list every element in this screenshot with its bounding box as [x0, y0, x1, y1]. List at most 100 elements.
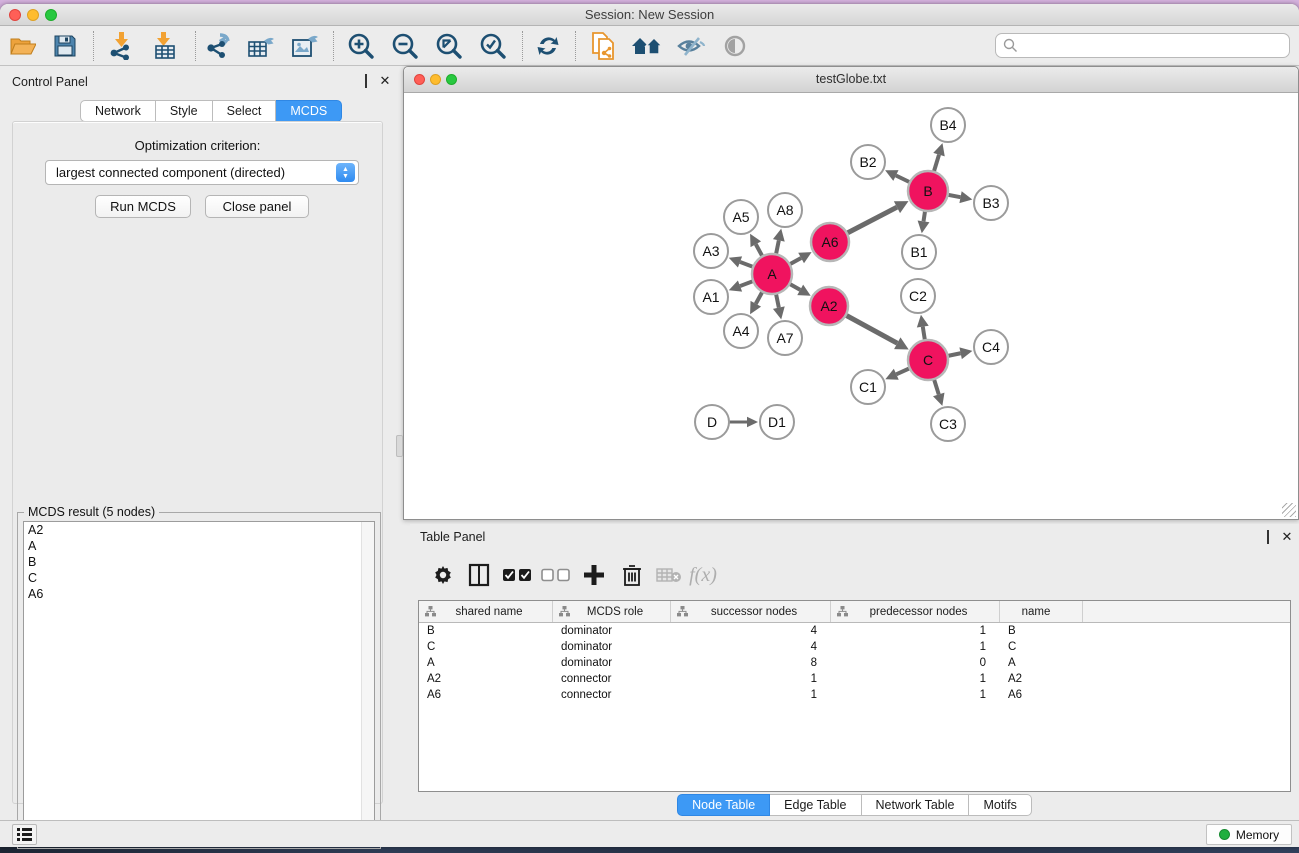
home-network-icon[interactable]: [630, 30, 664, 62]
graph-node-label-B3: B3: [982, 195, 999, 211]
float-table-panel-icon[interactable]: [1261, 530, 1275, 544]
zoom-selected-icon[interactable]: [476, 30, 510, 62]
result-scrollbar[interactable]: [361, 522, 374, 842]
memory-button[interactable]: Memory: [1206, 824, 1292, 845]
close-network-icon[interactable]: [414, 74, 425, 85]
table-cell[interactable]: 1: [831, 687, 1000, 703]
column-header-MCDS-role[interactable]: MCDS role: [553, 601, 671, 622]
table-row[interactable]: A2connector11A2: [419, 671, 1290, 687]
table-cell[interactable]: C: [1000, 639, 1083, 655]
close-window-icon[interactable]: [9, 9, 21, 21]
column-header-name[interactable]: name: [1000, 601, 1083, 622]
maximize-network-icon[interactable]: [446, 74, 457, 85]
save-session-icon[interactable]: [48, 30, 82, 62]
open-file-icon[interactable]: [6, 30, 40, 62]
memory-label: Memory: [1236, 828, 1279, 842]
result-list-item[interactable]: A6: [24, 586, 374, 602]
search-input[interactable]: [1018, 36, 1289, 56]
table-cell[interactable]: A2: [1000, 671, 1083, 687]
clear-checkboxes-icon[interactable]: [539, 558, 573, 592]
resize-grip[interactable]: [1282, 503, 1296, 517]
result-list-item[interactable]: A2: [24, 522, 374, 538]
table-cell[interactable]: dominator: [553, 655, 671, 671]
table-cell[interactable]: 4: [671, 623, 831, 639]
column-layout-icon[interactable]: [462, 558, 496, 592]
delete-table-icon[interactable]: [652, 558, 686, 592]
table-cell[interactable]: 1: [671, 687, 831, 703]
network-canvas[interactable]: B4B2BB3A8A5A6A3B1AC2A1A2A4A7C4CC1DD1C3: [404, 93, 1298, 519]
tab-network[interactable]: Network: [80, 100, 156, 122]
table-cell[interactable]: connector: [553, 671, 671, 687]
graph-node-label-C: C: [923, 352, 933, 368]
table-cell[interactable]: A2: [419, 671, 553, 687]
table-cell[interactable]: 1: [831, 671, 1000, 687]
task-history-button[interactable]: [12, 824, 37, 845]
tab-motifs[interactable]: Motifs: [969, 794, 1031, 816]
tab-select[interactable]: Select: [213, 100, 277, 122]
import-table-icon[interactable]: [148, 30, 182, 62]
show-panel-eye-icon[interactable]: [718, 30, 752, 62]
minimize-window-icon[interactable]: [27, 9, 39, 21]
table-cell[interactable]: A: [419, 655, 553, 671]
table-cell[interactable]: connector: [553, 687, 671, 703]
float-panel-icon[interactable]: [359, 74, 373, 88]
table-cell[interactable]: B: [1000, 623, 1083, 639]
delete-column-icon[interactable]: [615, 558, 649, 592]
export-image-icon[interactable]: [288, 30, 322, 62]
column-header-successor-nodes[interactable]: successor nodes: [671, 601, 831, 622]
minimize-network-icon[interactable]: [430, 74, 441, 85]
close-panel-button[interactable]: Close panel: [205, 195, 309, 218]
toolbar-separator: [575, 31, 576, 61]
zoom-in-icon[interactable]: [344, 30, 378, 62]
export-table-icon[interactable]: [244, 30, 278, 62]
function-builder-icon[interactable]: f(x): [686, 558, 720, 592]
table-cell[interactable]: A6: [1000, 687, 1083, 703]
table-cell[interactable]: dominator: [553, 639, 671, 655]
table-cell[interactable]: A: [1000, 655, 1083, 671]
column-header-predecessor-nodes[interactable]: predecessor nodes: [831, 601, 1000, 622]
criterion-select[interactable]: largest connected component (directed) ▲…: [45, 160, 359, 185]
table-cell[interactable]: 4: [671, 639, 831, 655]
close-panel-icon[interactable]: ✕: [378, 74, 392, 88]
table-cell[interactable]: 1: [831, 639, 1000, 655]
table-cell[interactable]: 1: [671, 671, 831, 687]
table-cell[interactable]: A6: [419, 687, 553, 703]
refresh-icon[interactable]: [531, 30, 565, 62]
result-list-item[interactable]: A: [24, 538, 374, 554]
result-list-item[interactable]: B: [24, 554, 374, 570]
tab-network-table[interactable]: Network Table: [862, 794, 970, 816]
tab-mcds[interactable]: MCDS: [276, 100, 342, 122]
tab-style[interactable]: Style: [156, 100, 213, 122]
run-mcds-button[interactable]: Run MCDS: [95, 195, 191, 218]
table-cell[interactable]: dominator: [553, 623, 671, 639]
column-header-shared-name[interactable]: shared name: [419, 601, 553, 622]
table-row[interactable]: Adominator80A: [419, 655, 1290, 671]
table-row[interactable]: A6connector11A6: [419, 687, 1290, 703]
maximize-window-icon[interactable]: [45, 9, 57, 21]
close-table-panel-icon[interactable]: ✕: [1280, 530, 1294, 544]
pane-divider-handle[interactable]: [396, 435, 403, 457]
table-cell[interactable]: 1: [831, 623, 1000, 639]
graph-arrowhead: [918, 220, 930, 233]
memory-status-icon: [1219, 829, 1230, 840]
zoom-fit-icon[interactable]: [432, 30, 466, 62]
gear-icon[interactable]: [426, 558, 460, 592]
tab-node-table[interactable]: Node Table: [677, 794, 770, 816]
add-column-icon[interactable]: [577, 558, 611, 592]
table-cell[interactable]: 0: [831, 655, 1000, 671]
table-row[interactable]: Bdominator41B: [419, 623, 1290, 639]
import-network-icon[interactable]: [104, 30, 138, 62]
table-cell[interactable]: C: [419, 639, 553, 655]
hide-panel-eye-icon[interactable]: [674, 30, 708, 62]
zoom-out-icon[interactable]: [388, 30, 422, 62]
tab-edge-table[interactable]: Edge Table: [770, 794, 861, 816]
result-list-item[interactable]: C: [24, 570, 374, 586]
export-network-icon[interactable]: [202, 30, 236, 62]
table-cell[interactable]: 8: [671, 655, 831, 671]
select-all-checkboxes-icon[interactable]: [501, 558, 535, 592]
copy-network-icon[interactable]: [586, 30, 620, 62]
table-cell[interactable]: B: [419, 623, 553, 639]
table-row[interactable]: Cdominator41C: [419, 639, 1290, 655]
graph-node-label-A: A: [767, 266, 777, 282]
main-toolbar: [0, 26, 1299, 66]
